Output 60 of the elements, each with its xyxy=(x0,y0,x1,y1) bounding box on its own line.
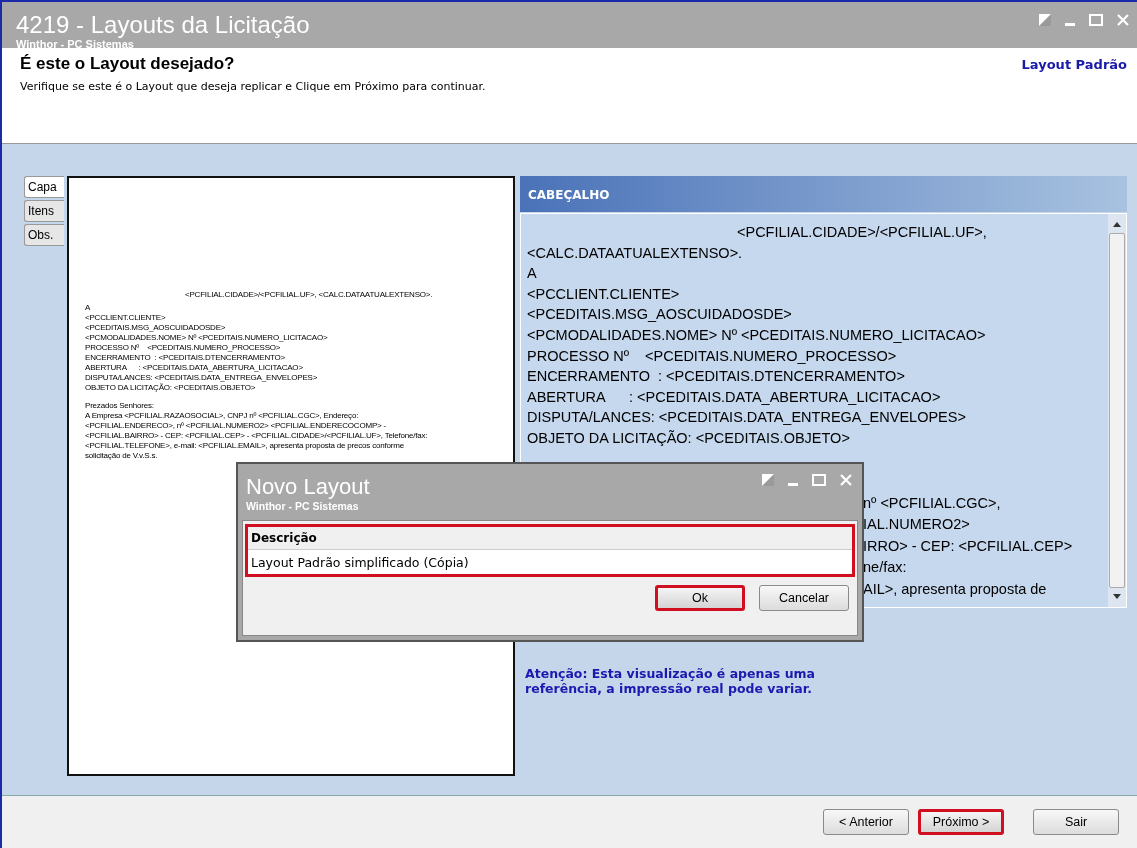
dialog-subtitle: Winthor - PC Sistemas xyxy=(246,500,360,512)
text-line: <CALC.DATAATUALEXTENSO>. xyxy=(527,243,743,263)
section-header: CABEÇALHO xyxy=(520,176,1127,212)
dialog-button[interactable]: Cancelar xyxy=(759,585,849,611)
maximize-icon[interactable] xyxy=(812,474,826,486)
preview-text-line: OBJETO DA LICITAÇÃO: <PCEDITAIS.OBJETO> xyxy=(85,383,257,393)
text-line: nº <PCFILIAL.CGC>, xyxy=(863,493,1001,513)
preview-text-line: DISPUTA/LANCES: <PCEDITAIS.DATA_ENTREGA_ENVELOPES> xyxy=(85,373,319,383)
preview-text-line: <PCMODALIDADES.NOME> Nº <PCEDITAIS.NUMERO_LICITACAO> xyxy=(85,333,329,343)
text-line: <PCFILIAL.CIDADE>/<PCFILIAL.UF>, xyxy=(736,223,987,242)
tab[interactable]: Itens xyxy=(24,200,64,222)
page-description: Verifique se este é o Layout que deseja replicar e Clique em Próximo para continuar. xyxy=(20,80,487,93)
text-line: ABERTURA : <PCEDITAIS.DATA_ABERTURA_LICITACAO> xyxy=(527,387,941,407)
preview-text-line: Prezados Senhores: xyxy=(85,401,155,411)
text-line: IRRO> - CEP: <PCFILIAL.CEP> xyxy=(863,536,1073,556)
preview-text-line: <PCCLIENT.CLIENTE> xyxy=(85,313,167,323)
preview-text-line: <PCEDITAIS.MSG_AOSCUIDADOSDE> xyxy=(85,323,227,333)
dialog-title: Novo Layout xyxy=(246,474,370,500)
layout-name: Layout Padrão xyxy=(1021,57,1127,72)
dialog-button[interactable]: Ok xyxy=(655,585,745,611)
preview-text-line: solicitação de V.v.S.s. xyxy=(85,451,159,461)
preview-text-line: ABERTURA : <PCEDITAIS.DATA_ABERTURA_LICITACAO> xyxy=(85,363,304,373)
window-title: 4219 - Layouts da Licitação xyxy=(16,12,310,38)
window-subtitle: Winthor - PC Sistemas xyxy=(16,38,135,50)
tab[interactable]: Obs. xyxy=(24,224,64,246)
preview-text-line: A Empresa <PCFILIAL.RAZAOSOCIAL>, CNPJ nº <PCFILIAL.CGC>, Endereço: xyxy=(85,411,360,421)
preview-text-line: A xyxy=(85,303,92,313)
footer-button[interactable]: Sair xyxy=(1033,809,1119,835)
text-line: <PCEDITAIS.MSG_AOSCUIDADOSDE> xyxy=(527,305,792,325)
close-icon[interactable] xyxy=(840,474,852,486)
text-line: A xyxy=(527,264,537,284)
restore-icon[interactable] xyxy=(762,474,774,486)
restore-icon[interactable] xyxy=(1039,14,1051,26)
preview-text-line: <PCFILIAL.TELEFONE>, e-mail: <PCFILIAL.EMAIL>, apresenta proposta de precos conforme xyxy=(85,441,405,451)
preview-text-line: <PCFILIAL.CIDADE>/<PCFILIAL.UF>, <CALC.DATAATUALEXTENSO>. xyxy=(184,290,434,300)
maximize-icon[interactable] xyxy=(1089,14,1103,26)
preview-text-line: <PCFILIAL.ENDERECO>, nº <PCFILIAL.NUMERO2> <PCFILIAL.ENDERECOCOMP> - xyxy=(85,421,387,431)
scroll-thumb[interactable] xyxy=(1109,233,1125,588)
text-line: AIL>, apresenta proposta de xyxy=(863,579,1047,599)
text-line: DISPUTA/LANCES: <PCEDITAIS.DATA_ENTREGA_ENVELOPES> xyxy=(527,408,966,428)
text-line: <PCCLIENT.CLIENTE> xyxy=(527,284,680,304)
tab[interactable]: Capa xyxy=(24,176,64,198)
scrollbar[interactable] xyxy=(1108,214,1126,607)
preview-text-line: <PCFILIAL.BAIRRO> - CEP: <PCFILIAL.CEP> - <PCFILIAL.CIDADE>/<PCFILIAL.UF>, Telefone/fax: xyxy=(85,431,429,441)
description-input[interactable]: Layout Padrão simplificado (Cópia) xyxy=(248,550,852,574)
scroll-up-icon[interactable] xyxy=(1113,222,1121,227)
page-heading: É este o Layout desejado? xyxy=(20,54,235,74)
text-line: ENCERRAMENTO : <PCEDITAIS.DTENCERRAMENTO> xyxy=(527,367,905,387)
text-line: PROCESSO Nº <PCEDITAIS.NUMERO_PROCESSO> xyxy=(527,346,897,366)
scroll-down-icon[interactable] xyxy=(1113,594,1121,599)
footer-button[interactable]: < Anterior xyxy=(823,809,909,835)
close-icon[interactable] xyxy=(1117,14,1129,26)
footer-button[interactable]: Próximo > xyxy=(918,809,1004,835)
text-line: ne/fax: xyxy=(863,558,907,578)
text-line: IAL.NUMERO2> xyxy=(863,515,970,535)
text-line: OBJETO DA LICITAÇÃO: <PCEDITAIS.OBJETO> xyxy=(527,428,850,448)
text-line: <PCMODALIDADES.NOME> Nº <PCEDITAIS.NUMERO_LICITACAO> xyxy=(527,325,986,345)
preview-text-line: PROCESSO Nº <PCEDITAIS.NUMERO_PROCESSO> xyxy=(85,343,282,353)
notice-text: Atenção: Esta visualização é apenas uma referência, a impressão real pode variar. xyxy=(525,666,816,696)
preview-text-line: ENCERRAMENTO : <PCEDITAIS.DTENCERRAMENTO> xyxy=(85,353,287,363)
